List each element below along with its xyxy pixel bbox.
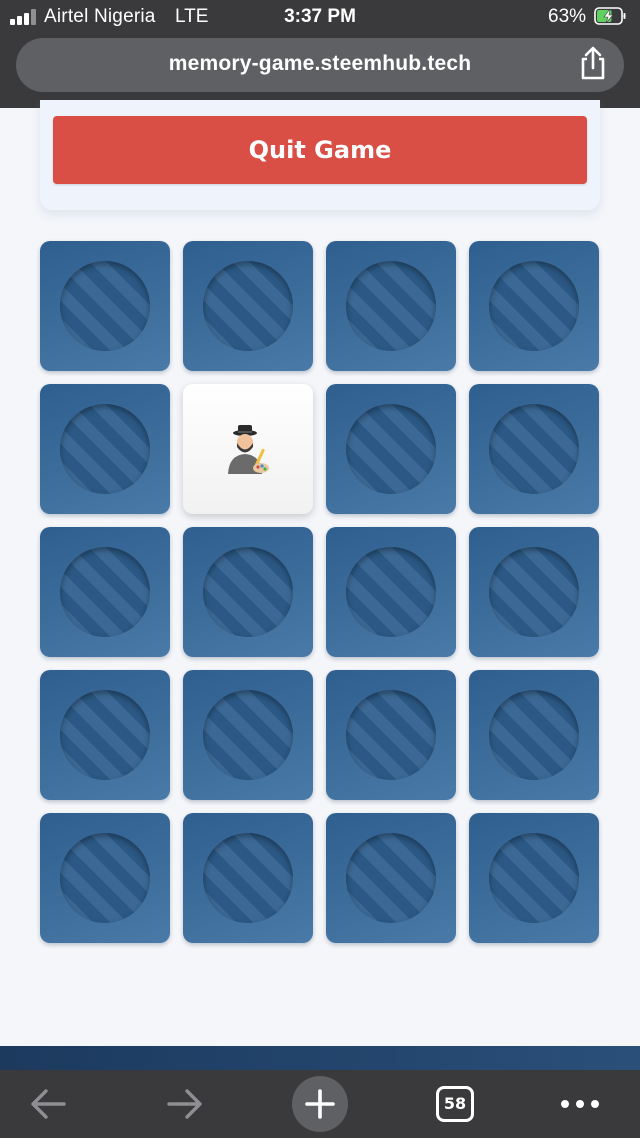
memory-card-facedown[interactable] [469, 813, 599, 943]
card-back-pattern-icon [489, 833, 579, 923]
page-footer-strip [0, 1046, 640, 1070]
back-button[interactable] [28, 1070, 70, 1138]
card-back-pattern-icon [203, 261, 293, 351]
memory-card-facedown[interactable] [326, 813, 456, 943]
memory-card-facedown[interactable] [40, 241, 170, 371]
memory-card-facedown[interactable] [40, 670, 170, 800]
quit-game-button[interactable]: Quit Game [53, 116, 587, 184]
card-back-pattern-icon [203, 690, 293, 780]
new-tab-button[interactable] [292, 1076, 348, 1132]
card-back-pattern-icon [203, 547, 293, 637]
status-bar: Airtel Nigeria LTE 3:37 PM 63% [0, 0, 640, 34]
memory-card-facedown[interactable] [469, 241, 599, 371]
memory-card-facedown[interactable] [183, 670, 313, 800]
memory-card-facedown[interactable] [183, 813, 313, 943]
battery-charging-icon [594, 7, 626, 25]
forward-arrow-icon [167, 1089, 202, 1119]
artist-icon [225, 424, 271, 474]
card-back-pattern-icon [489, 547, 579, 637]
battery-percent: 63% [548, 6, 587, 27]
memory-card-facedown[interactable] [469, 670, 599, 800]
memory-card-facedown[interactable] [183, 241, 313, 371]
memory-card-facedown[interactable] [40, 384, 170, 514]
card-back-pattern-icon [60, 404, 150, 494]
card-back-pattern-icon [203, 833, 293, 923]
back-arrow-icon [31, 1089, 66, 1119]
memory-card-facedown[interactable] [326, 670, 456, 800]
card-grid [40, 241, 600, 943]
card-back-pattern-icon [60, 833, 150, 923]
tabs-button[interactable]: 58 [436, 1070, 476, 1138]
memory-card-facedown[interactable] [40, 813, 170, 943]
card-back-pattern-icon [346, 833, 436, 923]
card-back-pattern-icon [489, 261, 579, 351]
memory-card-facedown[interactable] [326, 384, 456, 514]
share-icon[interactable] [576, 46, 610, 82]
card-back-pattern-icon [346, 690, 436, 780]
memory-card-facedown[interactable] [469, 384, 599, 514]
card-back-pattern-icon [346, 261, 436, 351]
forward-button[interactable] [164, 1070, 206, 1138]
memory-card-facedown[interactable] [469, 527, 599, 657]
browser-toolbar: 58 [0, 1070, 640, 1138]
card-back-pattern-icon [346, 404, 436, 494]
memory-card-facedown[interactable] [40, 527, 170, 657]
browser-top-chrome: Airtel Nigeria LTE 3:37 PM 63% memory-ga… [0, 0, 640, 108]
memory-card-facedown[interactable] [326, 527, 456, 657]
address-bar[interactable]: memory-game.steemhub.tech [16, 38, 624, 92]
more-dots-icon [561, 1100, 599, 1108]
card-back-pattern-icon [60, 547, 150, 637]
card-back-pattern-icon [489, 690, 579, 780]
card-back-pattern-icon [60, 690, 150, 780]
memory-card-facedown[interactable] [326, 241, 456, 371]
card-back-pattern-icon [489, 404, 579, 494]
card-back-pattern-icon [60, 261, 150, 351]
url-text[interactable]: memory-game.steemhub.tech [16, 52, 624, 76]
tab-count: 58 [436, 1086, 474, 1122]
plus-icon [305, 1089, 335, 1119]
memory-card-facedown[interactable] [183, 527, 313, 657]
status-time: 3:37 PM [284, 6, 356, 27]
memory-card-flipped[interactable] [183, 384, 313, 514]
more-button[interactable] [560, 1070, 600, 1138]
card-back-pattern-icon [346, 547, 436, 637]
